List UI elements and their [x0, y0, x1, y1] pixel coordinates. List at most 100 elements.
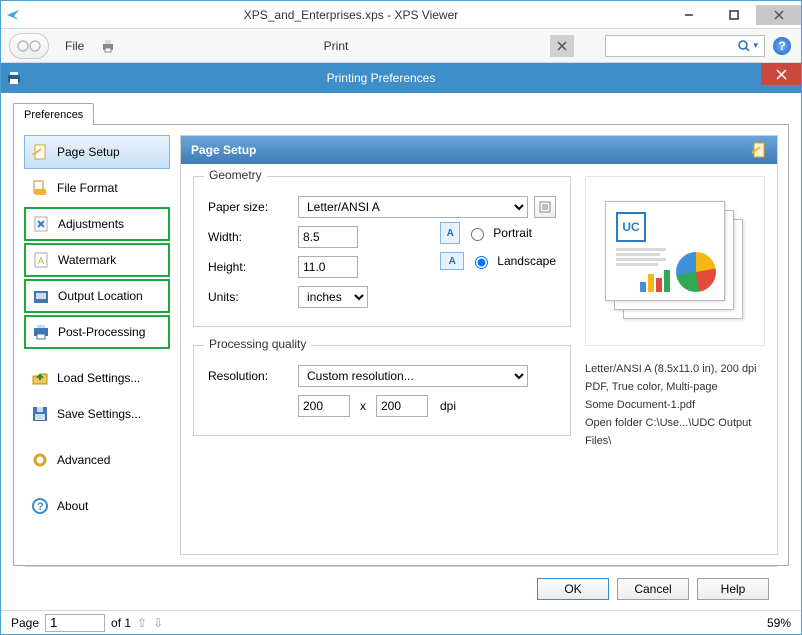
window-titlebar: XPS_and_Enterprises.xps - XPS Viewer — [1, 1, 801, 29]
svg-text:A: A — [38, 256, 44, 266]
portrait-label: Portrait — [493, 226, 532, 240]
sidebar-item-label: Watermark — [58, 253, 116, 267]
page-label: Page — [11, 616, 39, 630]
load-settings-icon — [31, 369, 49, 387]
width-label: Width: — [208, 230, 298, 244]
file-menu[interactable]: File — [57, 39, 92, 53]
sidebar-item-label: About — [57, 499, 88, 513]
units-label: Units: — [208, 290, 298, 304]
sidebar-item-label: Save Settings... — [57, 407, 141, 421]
paper-size-label: Paper size: — [208, 200, 298, 214]
dialog-title: Printing Preferences — [1, 71, 761, 85]
preview-panel: UC Letter — [585, 176, 765, 542]
file-format-icon — [31, 179, 49, 197]
orientation-landscape[interactable]: ALandscape — [440, 252, 556, 270]
dpi-y-input[interactable] — [376, 395, 428, 417]
sidebar-item-advanced[interactable]: Advanced — [24, 443, 170, 477]
units-select[interactable]: inches — [298, 286, 368, 308]
search-icon — [738, 40, 750, 52]
landscape-radio[interactable] — [475, 256, 488, 269]
about-icon: ? — [31, 497, 49, 515]
panel-header-icon — [751, 142, 767, 158]
gear-icon — [31, 451, 49, 469]
dialog-close-button[interactable] — [761, 63, 801, 85]
help-icon[interactable]: ? — [773, 37, 791, 55]
toolbar-close-button[interactable] — [550, 35, 574, 57]
info-line: PDF, True color, Multi-page — [585, 378, 765, 396]
page-down-icon[interactable]: ⇩ — [153, 616, 163, 630]
sidebar-item-adjustments[interactable]: Adjustments — [24, 207, 170, 241]
output-location-icon — [32, 287, 50, 305]
sidebar-item-label: Load Settings... — [57, 371, 140, 385]
maximize-button[interactable] — [711, 5, 756, 25]
sidebar-item-label: File Format — [57, 181, 118, 195]
panel-title: Page Setup — [191, 143, 256, 157]
orientation-portrait[interactable]: APortrait — [440, 222, 556, 244]
dialog-titlebar: Printing Preferences — [1, 63, 801, 93]
ok-button[interactable]: OK — [537, 578, 609, 600]
sidebar-item-load-settings[interactable]: Load Settings... — [24, 361, 170, 395]
height-input[interactable] — [298, 256, 358, 278]
dpi-x-input[interactable] — [298, 395, 350, 417]
paper-size-manage-button[interactable] — [534, 196, 556, 218]
sidebar-item-watermark[interactable]: A Watermark — [24, 243, 170, 277]
sidebar-item-label: Page Setup — [57, 145, 120, 159]
watermark-icon: A — [32, 251, 50, 269]
toolbar-title: Print — [121, 39, 551, 53]
printing-preferences-dialog: Printing Preferences Preferences Page Se… — [1, 63, 801, 610]
sidebar-item-about[interactable]: ? About — [24, 489, 170, 523]
width-input[interactable] — [298, 226, 358, 248]
status-bar: Page of 1 ⇧ ⇩ 59% — [1, 610, 801, 634]
panel-header: Page Setup — [181, 136, 777, 164]
landscape-label: Landscape — [497, 254, 556, 268]
sidebar-item-page-setup[interactable]: Page Setup — [24, 135, 170, 169]
logo-icon: UC — [616, 212, 646, 242]
info-line: Open folder C:\Use...\UDC Output Files\ — [585, 414, 765, 450]
sidebar-item-label: Post-Processing — [58, 325, 145, 339]
paper-size-select[interactable]: Letter/ANSI A — [298, 196, 528, 218]
resolution-select[interactable]: Custom resolution... — [298, 365, 528, 387]
post-processing-icon — [32, 323, 50, 341]
processing-quality-group: Processing quality Resolution: Custom re… — [193, 345, 571, 436]
orientation-group: APortrait ALandscape — [418, 222, 556, 312]
resolution-label: Resolution: — [208, 369, 298, 383]
geometry-group: Geometry Paper size: Letter/ANSI A — [193, 176, 571, 327]
dpi-multiply: x — [350, 399, 376, 413]
sidebar-item-label: Adjustments — [58, 217, 124, 231]
main-panel: Page Setup Geometry Paper s — [180, 135, 778, 555]
view-icon[interactable] — [9, 33, 49, 59]
info-line: Some Document-1.pdf — [585, 396, 765, 414]
info-line: Letter/ANSI A (8.5x11.0 in), 200 dpi — [585, 360, 765, 378]
window-title: XPS_and_Enterprises.xps - XPS Viewer — [1, 8, 701, 22]
close-button[interactable] — [756, 5, 801, 25]
tab-preferences[interactable]: Preferences — [13, 103, 94, 125]
preview-image: UC — [585, 176, 765, 346]
page-input[interactable] — [45, 614, 105, 632]
portrait-radio[interactable] — [471, 228, 484, 241]
preview-info: Letter/ANSI A (8.5x11.0 in), 200 dpi PDF… — [585, 360, 765, 450]
app-toolbar: File Print ▾ ? — [1, 29, 801, 63]
height-label: Height: — [208, 260, 298, 274]
sidebar-item-file-format[interactable]: File Format — [24, 171, 170, 205]
sidebar-item-label: Advanced — [57, 453, 110, 467]
dialog-buttons: OK Cancel Help — [25, 566, 777, 610]
page-total: of 1 — [111, 616, 131, 630]
page-setup-icon — [31, 143, 49, 161]
cancel-button[interactable]: Cancel — [617, 578, 689, 600]
page-up-icon[interactable]: ⇧ — [137, 616, 147, 630]
sidebar-item-label: Output Location — [58, 289, 143, 303]
save-settings-icon — [31, 405, 49, 423]
zoom-level: 59% — [767, 616, 791, 630]
search-input[interactable]: ▾ — [605, 35, 765, 57]
sidebar-item-save-settings[interactable]: Save Settings... — [24, 397, 170, 431]
geometry-legend: Geometry — [204, 168, 267, 182]
sidebar: Page Setup File Format Adjustments A Wat… — [24, 135, 170, 555]
help-button[interactable]: Help — [697, 578, 769, 600]
sidebar-item-post-processing[interactable]: Post-Processing — [24, 315, 170, 349]
print-toolbar-icon[interactable] — [92, 38, 124, 54]
app-window: XPS_and_Enterprises.xps - XPS Viewer Fil… — [0, 0, 802, 635]
adjustments-icon — [32, 215, 50, 233]
sidebar-item-output-location[interactable]: Output Location — [24, 279, 170, 313]
dpi-suffix: dpi — [428, 399, 456, 413]
svg-text:?: ? — [37, 501, 44, 513]
